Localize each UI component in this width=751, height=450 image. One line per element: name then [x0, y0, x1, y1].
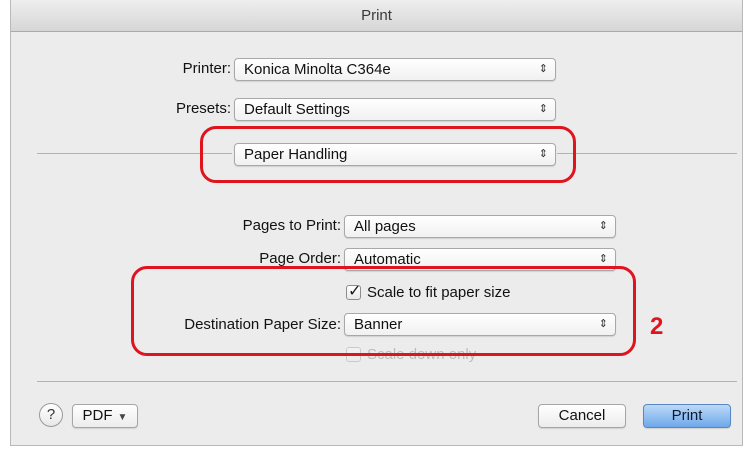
pages-to-print-popup[interactable]: All pages ⇕: [344, 215, 616, 238]
help-button[interactable]: ?: [39, 403, 63, 427]
callout-section-highlight: [200, 126, 576, 183]
pdf-menu-button[interactable]: PDF ▼: [72, 404, 138, 428]
chevron-down-icon: ▼: [117, 412, 128, 423]
printer-value: Konica Minolta C364e: [244, 61, 391, 78]
title-bar: Print: [11, 0, 742, 32]
footer-separator: [37, 381, 737, 382]
updown-arrows-icon: ⇕: [598, 220, 608, 232]
presets-label: Presets:: [175, 100, 231, 117]
callout-scale-highlight: [131, 266, 636, 356]
printer-label: Printer:: [182, 60, 231, 77]
cancel-button[interactable]: Cancel: [538, 404, 626, 428]
presets-popup[interactable]: Default Settings ⇕: [234, 98, 556, 121]
updown-arrows-icon: ⇕: [538, 63, 548, 75]
updown-arrows-icon: ⇕: [538, 103, 548, 115]
section-separator-right: [557, 153, 737, 154]
dialog-title: Print: [361, 7, 392, 24]
presets-value: Default Settings: [244, 101, 350, 118]
printer-popup[interactable]: Konica Minolta C364e ⇕: [234, 58, 556, 81]
print-button[interactable]: Print: [643, 404, 731, 428]
pages-to-print-label: Pages to Print:: [242, 217, 341, 234]
pdf-label: PDF: [82, 407, 113, 424]
page-order-label: Page Order:: [259, 250, 341, 267]
print-dialog: Print Printer: Konica Minolta C364e ⇕ Pr…: [10, 0, 743, 446]
pages-to-print-value: All pages: [354, 218, 416, 235]
callout-number: 2: [650, 313, 664, 340]
